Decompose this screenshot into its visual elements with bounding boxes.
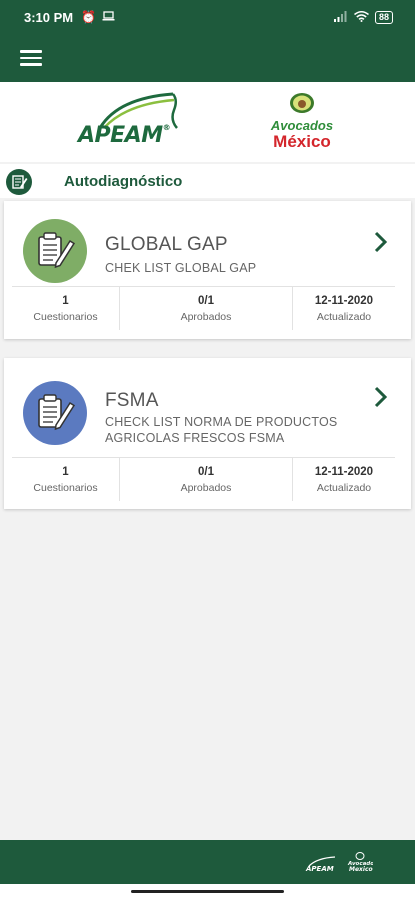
stat-value: 0/1 [198,294,214,307]
card-stats: 1 Cuestionarios 0/1 Aprobados 12-11-2020… [12,286,395,330]
home-indicator[interactable] [131,890,284,893]
mexico-text: México [273,132,331,151]
svg-text:Mexico: Mexico [349,866,373,872]
stat-cuestionarios: 1 Cuestionarios [12,458,120,501]
stat-aprobados: 0/1 Aprobados [120,458,293,501]
logo-banner: APEAM® Avocados México [0,82,415,162]
stat-aprobados: 0/1 Aprobados [120,287,293,330]
bottom-bar: APEAM Avocados Mexico [0,840,415,884]
avocado-icon [290,93,314,113]
checklist-card-global-gap[interactable]: GLOBAL GAP CHEK LIST GLOBAL GAP 1 Cuesti… [4,201,411,339]
card-subtitle: CHEK LIST GLOBAL GAP [105,261,257,275]
svg-text:APEAM: APEAM [305,865,334,872]
status-time: 3:10 PM [24,9,74,25]
stat-label: Actualizado [316,310,372,323]
card-subtitle: CHECK LIST NORMA DE PRODUCTOS AGRICOLAS … [105,415,338,445]
stat-cuestionarios: 1 Cuestionarios [12,287,120,330]
hamburger-menu-icon[interactable] [18,46,44,70]
apeam-footer-logo: APEAM [305,856,336,872]
avocados-mexico-footer-logo: Avocados Mexico [347,852,373,872]
stat-actualizado: 12-11-2020 Actualizado [293,287,395,330]
signal-icon [333,10,348,25]
stat-label: Actualizado [316,481,372,494]
card-title: GLOBAL GAP [105,234,228,255]
stat-value: 0/1 [198,465,214,478]
stat-label: Aprobados [180,481,232,494]
chevron-right-icon[interactable] [371,385,391,409]
stat-label: Aprobados [180,310,232,323]
stat-actualizado: 12-11-2020 Actualizado [293,458,395,501]
stat-value: 12-11-2020 [314,294,374,307]
apeam-logo: APEAM® [78,90,213,152]
card-title: FSMA [105,390,159,411]
system-navigation-area [0,884,415,900]
chevron-right-icon[interactable] [371,230,391,254]
checklist-edit-icon [23,219,87,283]
footer-logos: APEAM Avocados Mexico [305,852,373,872]
battery-icon: 88 [374,10,393,24]
wifi-icon [354,10,369,25]
app-bar [0,34,415,82]
apeam-wordmark: APEAM® [78,123,171,148]
checklist-edit-icon [23,381,87,445]
stat-value: 1 [62,294,69,307]
laptop-icon [102,10,115,24]
alarm-icon: ⏰ [81,10,97,24]
stat-label: Cuestionarios [33,481,98,494]
avocados-text: Avocados [270,118,334,133]
avocados-from-mexico-logo: Avocados México [262,90,342,156]
checklist-card-fsma[interactable]: FSMA CHECK LIST NORMA DE PRODUCTOS AGRIC… [4,358,411,509]
edit-document-icon [6,169,32,195]
stat-value: 1 [62,465,69,478]
status-bar: 3:10 PM ⏰ 88 [0,0,415,34]
section-header: Autodiagnóstico [0,164,415,198]
stat-value: 12-11-2020 [314,465,374,478]
section-title: Autodiagnóstico [64,173,183,190]
stat-label: Cuestionarios [33,310,98,323]
card-stats: 1 Cuestionarios 0/1 Aprobados 12-11-2020… [12,457,395,501]
